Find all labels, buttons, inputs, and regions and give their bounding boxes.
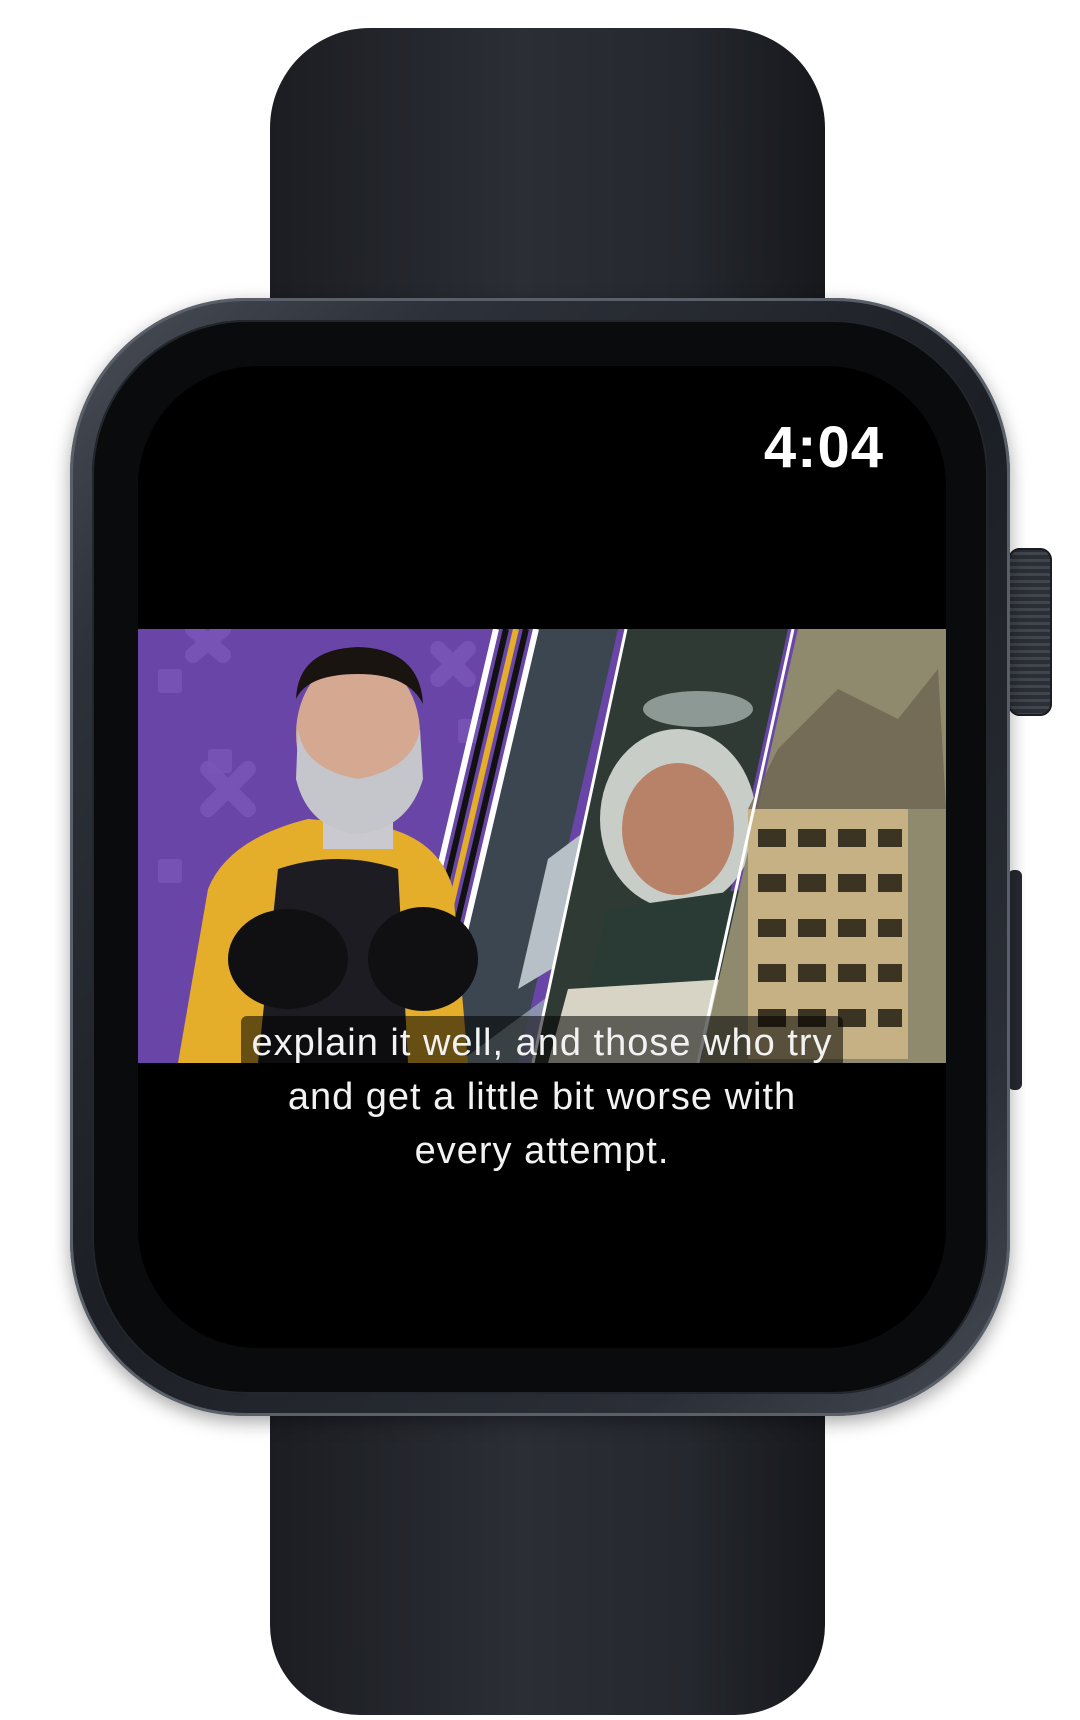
watch-screen: 4:04 explain it well, and those who try …	[138, 366, 946, 1348]
caption-area: explain it well, and those who try and g…	[138, 1016, 946, 1178]
caption-line-2: and get a little bit worse with	[287, 1076, 797, 1118]
caption-line-1: explain it well, and those who try	[241, 1016, 843, 1070]
apple-watch-mockup: 4:04 explain it well, and those who try …	[0, 0, 1080, 1720]
video-player[interactable]	[138, 629, 946, 1063]
status-time: 4:04	[763, 415, 884, 480]
digital-crown[interactable]	[1008, 548, 1052, 716]
caption-line-1-wrap: explain it well, and those who try	[138, 1016, 946, 1070]
caption-line-3: every attempt.	[414, 1130, 670, 1172]
video-frame	[138, 629, 946, 1063]
side-button[interactable]	[1008, 870, 1022, 1090]
